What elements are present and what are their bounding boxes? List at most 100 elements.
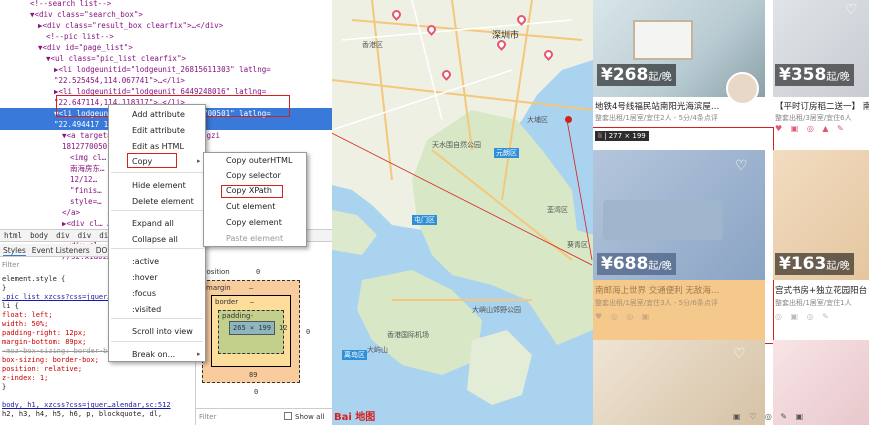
heart-icon[interactable]: ♡ — [845, 2, 858, 18]
dom-node[interactable]: ▼<div id="page_list"> — [0, 42, 332, 53]
submenu-item-copy-selector[interactable]: Copy selector — [204, 169, 306, 183]
listing-title[interactable]: 宫式书房+独立花园阳台 — [775, 284, 869, 296]
css-line-text: padding-right: 12px; — [2, 329, 87, 337]
dom-node[interactable]: ▼<ul class="pic_list clearfix"> — [0, 53, 332, 64]
listing-subtitle: 整套出租/1居室/宜住1人 — [775, 299, 852, 307]
box-bottom-value: 0 — [254, 388, 259, 396]
map-label: 大嶼山郊野公园 — [472, 306, 521, 314]
menu-separator — [111, 318, 203, 319]
css-line: } — [2, 383, 192, 392]
map-label: 荃湾区 — [547, 206, 568, 214]
css-line-text: box-sizing: border-box; — [2, 356, 99, 364]
context-menu[interactable]: Add attribute Edit attribute Edit as HTML C… — [108, 104, 206, 362]
css-line-text: element.style { — [2, 275, 66, 283]
copy-highlight-box — [127, 153, 177, 168]
menu-item-active[interactable]: :active — [109, 255, 205, 268]
tab-event-listeners[interactable]: Event Listeners — [32, 246, 90, 255]
css-line-text: } — [2, 284, 7, 292]
map-label: 大屿山 — [367, 346, 388, 354]
map-panel[interactable]: 深圳市香港区元朗区屯门区 大埔区荃湾区葵青区香港国际机场大屿山 离岛区 天水围自然公园… — [332, 0, 593, 425]
map-label: 离岛区 — [342, 350, 367, 360]
menu-separator — [111, 248, 203, 249]
map-label: 香港区 — [362, 41, 383, 49]
menu-item-delete-element[interactable]: Delete element — [109, 195, 205, 208]
computed-filter-bar: Filter Show all — [196, 408, 332, 425]
host-avatar[interactable] — [726, 72, 759, 105]
padding-box: padding- 12 265 × 199 — [218, 310, 288, 354]
css-line: body, h1, xzcss?css=jquer…alendar,sc:512 — [2, 401, 192, 410]
dom-node[interactable]: ▶<div class="result_box clearfix">…</div… — [0, 20, 332, 31]
amenity-icons: ◎ ▣ ◎ ✎ — [775, 312, 832, 321]
submenu-item-copy-element[interactable]: Copy element — [204, 216, 306, 230]
breadcrumb-item[interactable]: div — [56, 231, 70, 240]
menu-item-collapse-all[interactable]: Collapse all — [109, 233, 205, 246]
css-line-text: margin-bottom: 89px; — [2, 338, 87, 346]
menu-item-hide-element[interactable]: Hide element — [109, 179, 205, 192]
submenu-item-cut-element[interactable]: Cut element — [204, 200, 306, 214]
padding-right-value: 12 — [279, 324, 288, 332]
menu-separator — [111, 210, 203, 211]
baidu-map-logo: Bai 地图 — [334, 412, 376, 423]
map-label: 元朗区 — [494, 148, 519, 158]
border-label: border — [215, 298, 239, 306]
amenity-icons: ♥ ▣ ◎ ▲ ✎ — [775, 124, 847, 133]
room-bed — [633, 20, 693, 60]
styles-filter-input[interactable]: Filter — [2, 261, 19, 269]
css-line-text: li { — [2, 302, 19, 310]
css-line-text[interactable]: .pic_list xzcss?css=jquer… — [2, 293, 112, 301]
listing-card-image[interactable]: ♡ ¥358起/晚 — [773, 0, 869, 97]
box-model-panel: position 0 margin – border – padding- 12… — [195, 258, 332, 425]
border-value: – — [250, 298, 255, 306]
listing-title[interactable]: 【平时订房稻二送一】 南… — [775, 100, 869, 112]
element-tooltip: li | 277 × 199 — [595, 131, 649, 141]
listing-subtitle: 整套出租/3居室/宜住6人 — [775, 114, 852, 122]
dom-node[interactable]: ▶<li lodgeunitid="lodgeunit_26815611303"… — [0, 64, 332, 75]
submenu-arrow-icon: ▸ — [197, 350, 201, 358]
map-label: 屯门区 — [412, 215, 437, 225]
highlight-red-box — [593, 127, 774, 344]
computed-filter-input[interactable]: Filter — [199, 413, 216, 421]
padding-label: padding- — [222, 312, 253, 320]
show-all-checkbox[interactable] — [284, 412, 292, 420]
submenu-item-paste-element[interactable]: Paste element — [204, 232, 306, 246]
breadcrumb-item[interactable]: body — [30, 231, 48, 240]
show-all-label: Show all — [295, 413, 325, 421]
tab-styles[interactable]: Styles — [3, 246, 26, 256]
css-line: h2, h3, h4, h5, h6, p, blockquote, dl, — [2, 410, 192, 419]
margin-value: – — [249, 284, 254, 292]
dom-node[interactable]: ▼<div class="search_box"> — [0, 9, 332, 20]
css-line — [2, 392, 192, 401]
listings-panel[interactable]: ¥268起/晚 地铁4号线福民站南阳光海滨屋… 整套出租/1居室/宜住2人 - … — [593, 0, 869, 425]
copy-submenu[interactable]: Copy outerHTML Copy selector Copy XPath Cut… — [203, 152, 307, 247]
listing-card-image[interactable]: ¥163起/晚 — [773, 150, 869, 280]
dom-node[interactable]: <!--pic list--> — [0, 31, 332, 42]
menu-item-scroll-into-view[interactable]: Scroll into view — [109, 325, 205, 338]
margin-bottom-value: 89 — [249, 371, 258, 379]
map-label: 大埔区 — [527, 116, 548, 124]
menu-item-expand-all[interactable]: Expand all — [109, 217, 205, 230]
margin-box: margin – border – padding- 12 265 × 199 … — [202, 280, 300, 383]
submenu-item-copy-outerhtml[interactable]: Copy outerHTML — [204, 154, 306, 168]
menu-separator — [111, 172, 203, 173]
menu-item-visited[interactable]: :visited — [109, 303, 205, 316]
map-label: 深圳市 — [492, 31, 520, 41]
menu-item-edit-as-html[interactable]: Edit as HTML — [109, 140, 205, 153]
selected-map-marker[interactable] — [565, 116, 572, 123]
menu-item-hover[interactable]: :hover — [109, 271, 205, 284]
menu-item-add-attribute[interactable]: Add attribute — [109, 108, 205, 121]
dom-node[interactable]: <!--search list--> — [0, 0, 332, 9]
menu-item-break-on[interactable]: Break on... — [109, 348, 205, 361]
map-label: 天水围自然公园 — [432, 141, 481, 149]
dom-node[interactable]: "22.525454,114.067741">…</li> — [0, 75, 332, 86]
bottom-toolbar-icons[interactable]: ▣ ♡ ◎ ✎ ▣ — [733, 412, 806, 421]
menu-item-edit-attribute[interactable]: Edit attribute — [109, 124, 205, 137]
breadcrumb-item[interactable]: div — [78, 231, 92, 240]
menu-item-focus[interactable]: :focus — [109, 287, 205, 300]
breadcrumb-item[interactable]: html — [4, 231, 22, 240]
css-line-text[interactable]: body, h1, xzcss?css=jquer…alendar,sc:512 — [2, 401, 171, 409]
map-label: 香港国际机场 — [387, 331, 429, 339]
listing-subtitle: 整套出租/1居室/宜住2人 - 5分/4条点评 — [595, 114, 718, 122]
map-label: 葵青区 — [567, 241, 588, 249]
box-right-value: 0 — [306, 328, 311, 336]
heart-icon[interactable]: ♡ — [733, 346, 746, 362]
